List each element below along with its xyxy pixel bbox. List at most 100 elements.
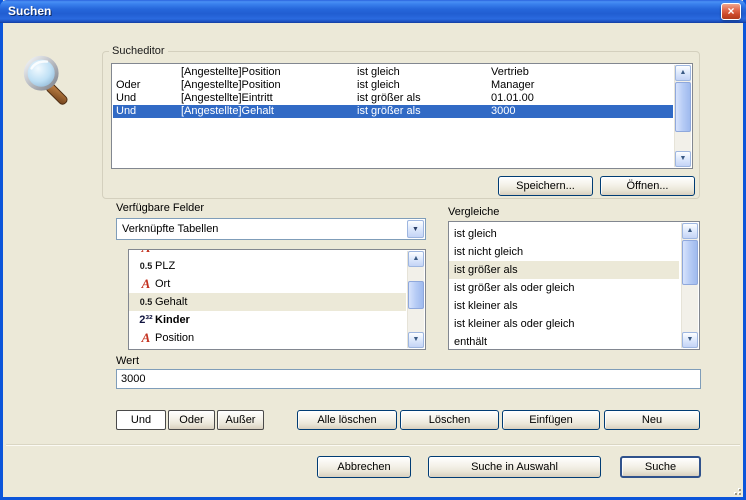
resize-grip[interactable] [729,483,742,496]
open-button-label: Öffnen... [627,180,669,192]
scroll-thumb[interactable] [675,82,691,132]
comparison-item[interactable]: ist nicht gleich [449,243,679,261]
field-type-icon: A [137,330,155,346]
search-in-selection-button[interactable]: Suche in Auswahl [428,456,601,478]
scroll-up-icon: ▲ [680,69,687,76]
criteria-value: Vertrieb [491,66,529,79]
oder-button-label: Oder [179,414,203,426]
field-label: Kinder [155,314,190,326]
field-label: Ort [155,278,170,290]
scroll-up-button[interactable]: ▲ [675,65,691,81]
criteria-field: [Angestellte]Position [181,66,281,79]
criteria-operator: ist größer als [357,92,421,105]
criteria-value: Manager [491,79,534,92]
titlebar[interactable]: Suchen × [0,0,746,23]
search-button-label: Suche [645,461,676,473]
magnifier-icon [18,50,76,111]
comparisons-list[interactable]: ist gleich ist nicht gleich ist größer a… [448,221,700,350]
wert-label: Wert [116,355,139,367]
wert-input[interactable] [116,369,701,389]
comparison-item[interactable]: enthält [449,333,679,350]
field-type-icon: 0.5 [137,261,155,271]
scroll-thumb[interactable] [682,240,698,285]
criteria-value: 3000 [491,105,515,118]
field-type-icon: A [137,249,155,256]
scrollbar[interactable]: ▲ ▼ [674,65,691,167]
scroll-up-icon: ▲ [413,255,420,262]
close-icon: × [727,4,734,18]
scrollbar[interactable]: ▲ ▼ [407,251,424,348]
comparison-item[interactable]: ist kleiner als [449,297,679,315]
close-button[interactable]: × [721,3,741,20]
clear-all-button-label: Alle löschen [317,414,376,426]
search-criteria-row[interactable]: Oder [Angestellte]Position ist gleich Ma… [113,79,673,92]
linked-tables-dropdown[interactable]: Verknüpfte Tabellen ▼ [116,218,426,240]
new-button[interactable]: Neu [604,410,700,430]
scroll-down-button[interactable]: ▼ [682,332,698,348]
search-criteria-row-selected[interactable]: Und [Angestellte]Gehalt ist größer als 3… [113,105,673,118]
available-fields-label: Verfügbare Felder [116,202,204,214]
scroll-down-icon: ▼ [413,336,420,343]
chevron-down-icon: ▼ [412,226,419,233]
search-button[interactable]: Suche [620,456,701,478]
search-criteria-row[interactable]: [Angestellte]Position ist gleich Vertrie… [113,66,673,79]
save-button[interactable]: Speichern... [498,176,593,196]
clear-all-button[interactable]: Alle löschen [297,410,397,430]
field-label: PLZ [155,260,175,272]
scroll-up-icon: ▲ [687,227,694,234]
field-label: Gehalt [155,296,187,308]
criteria-field: [Angestellte]Gehalt [181,105,274,118]
field-item-selected[interactable]: 0.5 Gehalt [129,293,406,311]
criteria-field: [Angestellte]Eintritt [181,92,273,105]
dropdown-arrow-button[interactable]: ▼ [407,220,424,238]
window-title: Suchen [8,0,51,23]
divider [6,444,740,446]
ausser-button-label: Außer [226,414,256,426]
comparison-item-selected[interactable]: ist größer als [449,261,679,279]
sucheditor-group: Sucheditor [Angestellte]Position ist gle… [102,51,700,199]
delete-button[interactable]: Löschen [400,410,499,430]
scroll-down-icon: ▼ [687,336,694,343]
criteria-conjunction: Und [116,92,136,105]
insert-button[interactable]: Einfügen [502,410,600,430]
fields-list[interactable]: A 0.5 PLZ A Ort 0.5 Gehalt 2³² Kinder A … [128,249,426,350]
ausser-button[interactable]: Außer [217,410,264,430]
scroll-down-icon: ▼ [680,155,687,162]
search-criteria-row[interactable]: Und [Angestellte]Eintritt ist größer als… [113,92,673,105]
criteria-field: [Angestellte]Position [181,79,281,92]
scroll-up-button[interactable]: ▲ [408,251,424,267]
delete-button-label: Löschen [429,414,471,426]
scroll-down-button[interactable]: ▼ [675,151,691,167]
criteria-operator: ist gleich [357,66,400,79]
cancel-button[interactable]: Abbrechen [317,456,411,478]
und-button-label: Und [131,414,151,426]
new-button-label: Neu [642,414,662,426]
field-type-icon: 0.5 [137,297,155,307]
cancel-button-label: Abbrechen [337,461,390,473]
field-item[interactable]: A [129,249,406,257]
comparison-item[interactable]: ist kleiner als oder gleich [449,315,679,333]
scrollbar[interactable]: ▲ ▼ [681,223,698,348]
field-item[interactable]: A Position [129,329,406,347]
criteria-value: 01.01.00 [491,92,534,105]
search-dialog: Suchen × [0,0,746,500]
field-item[interactable]: A Ort [129,275,406,293]
und-button[interactable]: Und [116,410,166,430]
comparison-item[interactable]: ist gleich [449,225,679,243]
scroll-down-button[interactable]: ▼ [408,332,424,348]
dropdown-value: Verknüpfte Tabellen [122,219,218,239]
save-button-label: Speichern... [516,180,575,192]
oder-button[interactable]: Oder [168,410,215,430]
field-item[interactable]: 0.5 PLZ [129,257,406,275]
field-label: Position [155,332,194,344]
comparisons-label: Vergleiche [448,206,499,218]
open-button[interactable]: Öffnen... [600,176,695,196]
comparison-item[interactable]: ist größer als oder gleich [449,279,679,297]
criteria-operator: ist größer als [357,105,421,118]
criteria-conjunction: Oder [116,79,140,92]
field-item[interactable]: 2³² Kinder [129,311,406,329]
scroll-up-button[interactable]: ▲ [682,223,698,239]
search-criteria-list[interactable]: [Angestellte]Position ist gleich Vertrie… [111,63,693,169]
criteria-operator: ist gleich [357,79,400,92]
scroll-thumb[interactable] [408,281,424,309]
